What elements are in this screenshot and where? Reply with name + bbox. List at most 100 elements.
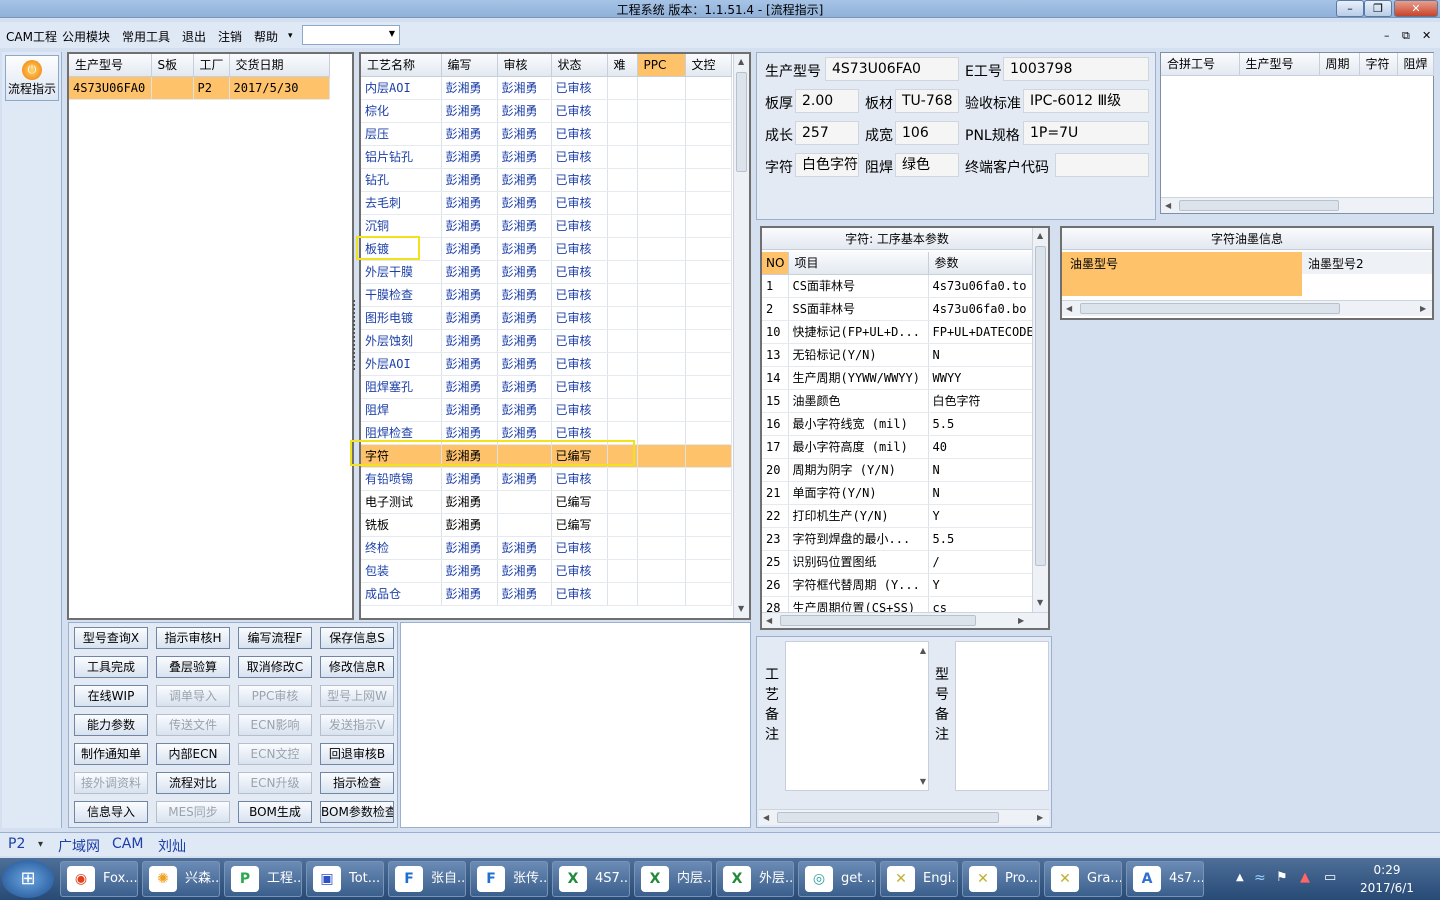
close-button[interactable]: ✕ [1394,0,1438,17]
function-button-5-1[interactable]: 流程对比 [156,772,230,794]
mdi-close-button[interactable]: ✕ [1422,29,1431,42]
table-row[interactable]: 25 识别码位置图纸 / [762,550,1033,574]
table-row[interactable]: 钻孔 彭湘勇 彭湘勇 已审核 [361,168,732,192]
scroll-up-icon[interactable]: ▲ [1037,231,1043,240]
menu-public-module[interactable]: 公用模块 [62,28,110,45]
material-field[interactable]: TU-768 [895,89,959,113]
mdi-minimize-button[interactable]: – [1384,29,1390,42]
col-writer[interactable]: 编写 [441,54,498,77]
help-dropdown-icon[interactable]: ▾ [288,31,293,41]
table-row[interactable]: 包装 彭湘勇 彭湘勇 已审核 [361,559,732,583]
ink-hscroll[interactable]: ◀ ▶ [1062,300,1432,316]
remarks-hscroll[interactable]: ◀ ▶ [759,809,1049,825]
eno-field[interactable]: 1003798 [1003,57,1149,81]
width-field[interactable]: 106 [895,121,959,145]
table-row[interactable]: 棕化 彭湘勇 彭湘勇 已审核 [361,99,732,123]
factory-dropdown-icon[interactable]: ▾ [38,839,43,850]
table-row[interactable]: 电子测试 彭湘勇 已编写 [361,490,732,514]
flag-icon[interactable]: ⚑ [1276,870,1288,885]
table-row[interactable]: 沉铜 彭湘勇 彭湘勇 已审核 [361,214,732,238]
function-button-5-0[interactable]: 接外调资料 [74,772,148,794]
table-row[interactable]: 10 快捷标记(FP+UL+D... FP+UL+DATECODE [762,320,1033,344]
ink-row[interactable] [1062,274,1302,296]
col-reviewer[interactable]: 审核 [497,54,552,77]
menu-exit[interactable]: 退出 [182,28,206,45]
process-vscroll[interactable]: ▲ ▼ [733,54,749,618]
function-button-0-3[interactable]: 保存信息S [320,627,394,649]
character-field[interactable]: 白色字符 [795,153,859,177]
splitter-grip[interactable] [353,300,358,370]
scroll-left-icon[interactable]: ◀ [763,813,769,822]
taskbar-item[interactable]: P 工程... [224,861,302,897]
function-button-5-2[interactable]: ECN升级 [238,772,312,794]
function-button-2-2[interactable]: PPC审核 [238,685,312,707]
table-row[interactable]: 22 打印机生产(Y/N) Y [762,504,1033,528]
scroll-right-icon[interactable]: ▶ [1420,304,1426,313]
menu-cam[interactable]: CAM工程 [6,28,57,45]
table-row[interactable]: 2 SS面菲林号 4s73u06fa0.bo [762,297,1033,321]
function-button-3-1[interactable]: 传送文件 [156,714,230,736]
table-row[interactable]: 铣板 彭湘勇 已编写 [361,513,732,537]
start-button[interactable]: ⊞ [2,860,54,898]
scroll-thumb[interactable] [1179,200,1339,211]
function-button-6-2[interactable]: BOM生成 [238,801,312,823]
table-row[interactable]: 干膜检查 彭湘勇 彭湘勇 已审核 [361,283,732,307]
col-combine-model[interactable]: 生产型号 [1239,53,1320,76]
taskbar-item[interactable]: A 4s7... [1126,861,1204,897]
length-field[interactable]: 257 [795,121,859,145]
flow-indicator-button[interactable]: ⏻ 流程指示 [5,55,59,101]
col-s-board[interactable]: S板 [151,54,194,77]
table-row[interactable]: 20 周期为阴字 (Y/N) N [762,458,1033,482]
table-row[interactable]: 21 单面字符(Y/N) N [762,481,1033,505]
taskbar-item[interactable]: ✕ Engi... [880,861,958,897]
table-row[interactable]: 1 CS面菲林号 4s73u06fa0.to [762,274,1033,298]
scroll-thumb[interactable] [1035,246,1046,566]
col-param[interactable]: 参数 [928,252,1033,275]
menu-common-tools[interactable]: 常用工具 [122,28,170,45]
taskbar-item[interactable]: X 内层... [634,861,712,897]
table-row[interactable]: 去毛刺 彭湘勇 彭湘勇 已审核 [361,191,732,215]
tray-expand-icon[interactable]: ▲ [1236,872,1244,883]
thickness-field[interactable]: 2.00 [795,89,859,113]
table-row[interactable]: 阻焊塞孔 彭湘勇 彭湘勇 已审核 [361,375,732,399]
function-button-4-2[interactable]: ECN文控 [238,743,312,765]
col-ink-model2[interactable]: 油墨型号2 [1302,252,1432,274]
taskbar-item[interactable]: ✕ Gra... [1044,861,1122,897]
clock-time[interactable]: 0:29 [1360,863,1414,877]
function-button-6-0[interactable]: 信息导入 [74,801,148,823]
minimize-button[interactable]: – [1336,0,1364,17]
table-row[interactable]: 17 最小字符高度 (mil) 40 [762,435,1033,459]
scroll-left-icon[interactable]: ◀ [1066,304,1072,313]
pnl-field[interactable]: 1P=7U [1023,121,1149,145]
menu-logout[interactable]: 注销 [218,28,242,45]
scroll-left-icon[interactable]: ◀ [766,616,772,625]
function-button-2-0[interactable]: 在线WIP [74,685,148,707]
col-ink-model[interactable]: 油墨型号 [1062,252,1302,274]
col-model[interactable]: 生产型号 [69,54,152,77]
taskbar-item[interactable]: ◎ get ... [798,861,876,897]
menu-help[interactable]: 帮助 [254,28,278,45]
col-combine-no[interactable]: 合拼工号 [1161,53,1240,76]
process-remark-textarea[interactable]: ▲ ▼ [785,641,929,791]
taskbar-item[interactable]: ✺ 兴森... [142,861,220,897]
function-button-4-1[interactable]: 内部ECN [156,743,230,765]
col-process-name[interactable]: 工艺名称 [361,54,442,77]
table-row[interactable]: 外层AOI 彭湘勇 彭湘勇 已审核 [361,352,732,376]
table-row[interactable]: 阻焊 彭湘勇 彭湘勇 已审核 [361,398,732,422]
taskbar-item[interactable]: ◉ Fox... [60,861,138,897]
taskbar-item[interactable]: X 4S7... [552,861,630,897]
col-item[interactable]: 项目 [788,252,929,275]
taskbar-item[interactable]: X 外层... [716,861,794,897]
table-row[interactable]: 有铅喷锡 彭湘勇 彭湘勇 已审核 [361,467,732,491]
combine-hscroll[interactable]: ◀ [1161,197,1433,213]
scroll-thumb[interactable] [736,72,747,172]
model-remark-textarea[interactable] [955,641,1049,791]
table-row[interactable]: 铝片钻孔 彭湘勇 彭湘勇 已审核 [361,145,732,169]
table-row[interactable]: 内层AOI 彭湘勇 彭湘勇 已审核 [361,76,732,100]
model-field[interactable]: 4S73U06FA0 [825,57,959,81]
customer-code-field[interactable] [1055,153,1149,177]
scroll-up-icon[interactable]: ▲ [920,646,926,655]
function-button-0-0[interactable]: 型号查询X [74,627,148,649]
table-row[interactable]: 外层蚀刻 彭湘勇 彭湘勇 已审核 [361,329,732,353]
taskbar-item[interactable]: F 张自... [388,861,466,897]
